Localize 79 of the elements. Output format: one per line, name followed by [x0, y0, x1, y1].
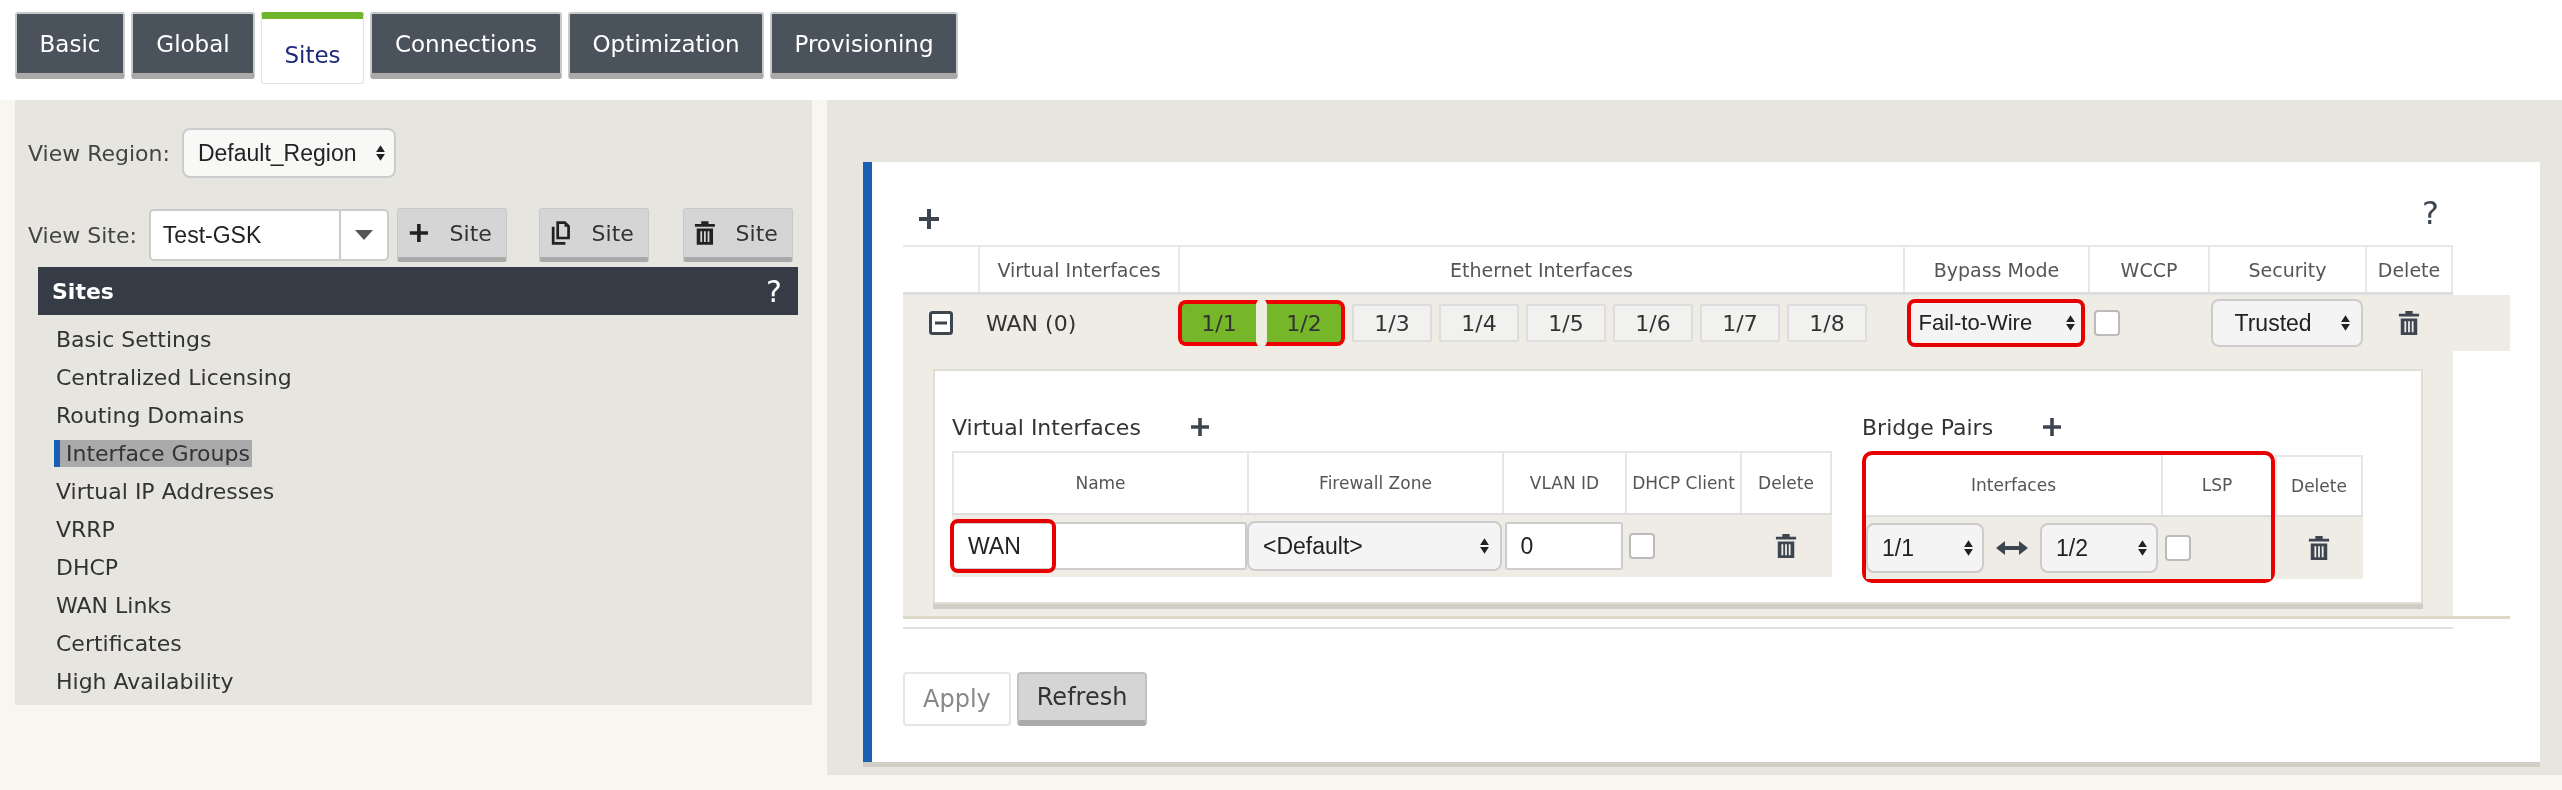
port-toggle[interactable]: 1/8 [1787, 304, 1867, 342]
column-header: Ethernet Interfaces [1450, 258, 1633, 281]
interface-select[interactable]: 1/1 [1866, 523, 1984, 573]
sidebar-item[interactable]: Interface Groups [54, 439, 252, 467]
sort-arrows-icon [1963, 539, 1974, 557]
trash-icon [693, 220, 716, 246]
view-region-label: View Region: [28, 140, 170, 166]
sidebar-item[interactable]: Basic Settings [54, 325, 214, 353]
sort-arrows-icon [2137, 539, 2148, 557]
section-title: Virtual Interfaces [952, 414, 1141, 440]
section-title: Bridge Pairs [1862, 414, 1994, 440]
trash-icon[interactable] [1775, 532, 1797, 560]
sidebar-item[interactable]: Certificates [54, 629, 184, 657]
port-toggle[interactable]: 1/6 [1613, 304, 1693, 342]
sort-arrows-icon [2339, 314, 2351, 332]
security-select[interactable]: Trusted [2210, 299, 2363, 347]
port-toggle[interactable]: 1/5 [1526, 304, 1606, 342]
column-header: Firewall Zone [1319, 473, 1432, 493]
column-header: LSP [2201, 475, 2233, 495]
trash-icon[interactable] [2398, 309, 2420, 337]
column-header: Delete [1758, 473, 1814, 493]
collapse-icon[interactable] [928, 311, 953, 335]
wccp-checkbox[interactable] [2094, 310, 2120, 336]
double-arrow-icon [1996, 540, 2028, 556]
dhcp-client-checkbox[interactable] [1629, 533, 1655, 559]
column-header: Name [1075, 473, 1126, 493]
add-icon[interactable] [1190, 418, 1209, 436]
add-icon[interactable] [919, 209, 939, 229]
sidebar-item[interactable]: Centralized Licensing [54, 363, 294, 391]
copy-icon [549, 220, 572, 246]
column-header: Security [2248, 258, 2327, 281]
name-field[interactable]: WAN [952, 522, 1247, 570]
port-toggle[interactable]: 1/7 [1700, 304, 1780, 342]
sort-arrows-icon [374, 144, 386, 162]
tab[interactable]: Optimization [568, 12, 764, 79]
sidebar-item[interactable]: High Availability [54, 667, 236, 695]
column-header: Delete [2291, 476, 2347, 496]
port-toggle[interactable]: 1/4 [1439, 304, 1519, 342]
column-header: Virtual Interfaces [997, 258, 1161, 281]
delete-site-button[interactable]: Site [682, 208, 793, 262]
sidebar-title: Sites [52, 278, 114, 304]
sidebar-item[interactable]: WAN Links [54, 591, 174, 619]
port-toggle[interactable]: 1/2 [1265, 300, 1345, 346]
copy-site-button[interactable]: Site [538, 208, 649, 262]
sort-arrows-icon [2064, 314, 2076, 332]
help-icon[interactable]: ? [766, 273, 782, 309]
firewall-zone-select[interactable]: <Default> [1247, 521, 1502, 571]
lsp-checkbox[interactable] [2165, 535, 2191, 561]
column-header: Delete [2377, 258, 2441, 281]
group-name: WAN (0) [986, 310, 1077, 336]
help-icon[interactable]: ? [2422, 197, 2439, 229]
column-header: VLAN ID [1529, 473, 1600, 493]
port-toggle[interactable]: 1/3 [1352, 304, 1432, 342]
add-icon[interactable] [2043, 418, 2062, 436]
tab[interactable]: Sites [261, 12, 364, 84]
view-site-label: View Site: [28, 222, 137, 248]
tab[interactable]: Global [131, 12, 255, 79]
refresh-button[interactable]: Refresh [1016, 672, 1148, 726]
column-header: Interfaces [1971, 475, 2056, 495]
sidebar-item[interactable]: VRRP [54, 515, 117, 543]
sidebar-item[interactable]: Routing Domains [54, 401, 247, 429]
bypass-mode-select[interactable]: Fail-to-Wire [1906, 299, 2085, 347]
interface-select[interactable]: 1/2 [2040, 523, 2158, 573]
sort-arrows-icon [1479, 537, 1490, 555]
tab[interactable]: Provisioning [770, 12, 958, 79]
sidebar-item[interactable]: DHCP [54, 553, 121, 581]
site-combo-box[interactable]: Test-GSK [148, 209, 389, 261]
column-header: DHCP Client [1632, 473, 1735, 493]
region-select[interactable]: Default_Region [181, 128, 396, 178]
column-header: WCCP [2120, 258, 2178, 281]
tab[interactable]: Basic [15, 12, 125, 79]
add-site-button[interactable]: Site [396, 208, 507, 262]
trash-icon[interactable] [2308, 534, 2330, 562]
column-header: Bypass Mode [1933, 258, 2060, 281]
vlan-id-field[interactable]: 0 [1504, 522, 1623, 570]
sidebar-item[interactable]: Virtual IP Addresses [54, 477, 277, 505]
tab[interactable]: Connections [370, 12, 562, 79]
port-toggle[interactable]: 1/1 [1178, 300, 1258, 346]
caret-icon [354, 230, 373, 240]
